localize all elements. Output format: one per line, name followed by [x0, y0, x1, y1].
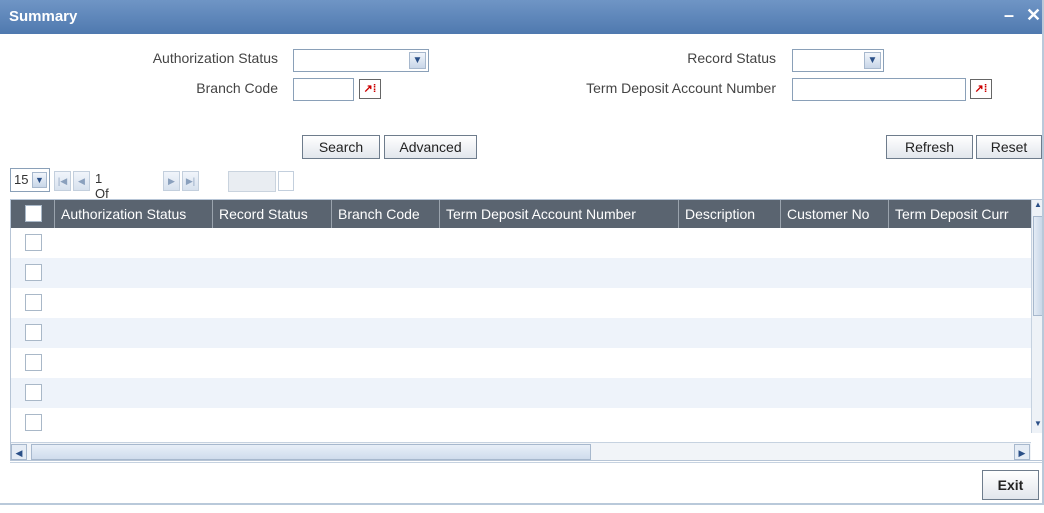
goto-page-input[interactable]	[228, 171, 276, 192]
row-checkbox[interactable]	[25, 234, 42, 251]
previous-page-icon[interactable]: ◀	[73, 171, 90, 191]
chevron-down-icon[interactable]: ▼	[864, 52, 881, 69]
next-page-icon[interactable]: ▶	[163, 171, 180, 191]
table-row[interactable]	[11, 348, 1031, 378]
exit-button[interactable]: Exit	[982, 470, 1039, 500]
branch-code-label: Branch Code	[196, 80, 278, 96]
column-header[interactable]: Branch Code	[332, 200, 440, 228]
column-header[interactable]: Term Deposit Curr	[889, 200, 1031, 228]
grid-header: Authorization Status Record Status Branc…	[11, 200, 1031, 228]
row-checkbox[interactable]	[25, 354, 42, 371]
page-size-value: 15	[14, 172, 29, 187]
table-row[interactable]	[11, 228, 1031, 258]
horizontal-scroll-thumb[interactable]	[31, 444, 591, 460]
select-all-checkbox[interactable]	[25, 205, 42, 222]
column-header[interactable]: Customer No	[781, 200, 889, 228]
minimize-button[interactable]: –	[1004, 5, 1014, 26]
advanced-button[interactable]: Advanced	[384, 135, 477, 159]
branch-code-input[interactable]	[293, 78, 354, 101]
scroll-down-icon[interactable]: ▼	[1032, 419, 1042, 433]
column-header[interactable]: Term Deposit Account Number	[440, 200, 679, 228]
goto-page-button[interactable]	[278, 171, 294, 191]
title-bar: Summary – ✕	[0, 0, 1042, 34]
results-grid: Authorization Status Record Status Branc…	[10, 199, 1042, 461]
row-checkbox[interactable]	[25, 414, 42, 431]
table-row[interactable]	[11, 378, 1031, 408]
scroll-right-icon[interactable]: ▶	[1014, 444, 1030, 460]
authorization-status-label: Authorization Status	[152, 50, 278, 66]
chevron-down-icon[interactable]: ▼	[32, 172, 47, 188]
list-of-values-icon[interactable]: ↗⁞	[359, 79, 381, 99]
scroll-up-icon[interactable]: ▲	[1032, 200, 1042, 214]
column-header[interactable]: Description	[679, 200, 781, 228]
reset-button[interactable]: Reset	[976, 135, 1042, 159]
row-checkbox[interactable]	[25, 324, 42, 341]
term-deposit-account-label: Term Deposit Account Number	[586, 80, 776, 96]
page-size-select[interactable]: 15 ▼	[10, 168, 50, 192]
refresh-button[interactable]: Refresh	[886, 135, 973, 159]
vertical-scrollbar[interactable]: ▲ ▼	[1031, 200, 1042, 433]
select-all-cell	[11, 200, 55, 228]
table-row[interactable]	[11, 408, 1031, 438]
close-button[interactable]: ✕	[1026, 5, 1041, 26]
row-checkbox[interactable]	[25, 384, 42, 401]
search-button[interactable]: Search	[302, 135, 380, 159]
first-page-icon[interactable]: |◀	[54, 171, 71, 191]
list-of-values-icon[interactable]: ↗⁞	[970, 79, 992, 99]
last-page-icon[interactable]: ▶|	[182, 171, 199, 191]
record-status-label: Record Status	[687, 50, 776, 66]
divider	[10, 462, 1042, 463]
authorization-status-select[interactable]: ▼	[293, 49, 429, 72]
window-title: Summary	[9, 8, 78, 25]
chevron-down-icon[interactable]: ▼	[409, 52, 426, 69]
row-checkbox[interactable]	[25, 294, 42, 311]
column-header[interactable]: Record Status	[213, 200, 332, 228]
table-row[interactable]	[11, 318, 1031, 348]
vertical-scroll-thumb[interactable]	[1033, 216, 1042, 316]
table-row[interactable]	[11, 258, 1031, 288]
scroll-left-icon[interactable]: ◀	[11, 444, 27, 460]
table-row[interactable]	[11, 288, 1031, 318]
row-checkbox[interactable]	[25, 264, 42, 281]
term-deposit-account-input[interactable]	[792, 78, 966, 101]
summary-window: Summary – ✕ Authorization Status ▼ Recor…	[0, 0, 1044, 505]
horizontal-scrollbar[interactable]: ◀ ▶	[11, 442, 1031, 460]
record-status-select[interactable]: ▼	[792, 49, 884, 72]
column-header[interactable]: Authorization Status	[55, 200, 213, 228]
